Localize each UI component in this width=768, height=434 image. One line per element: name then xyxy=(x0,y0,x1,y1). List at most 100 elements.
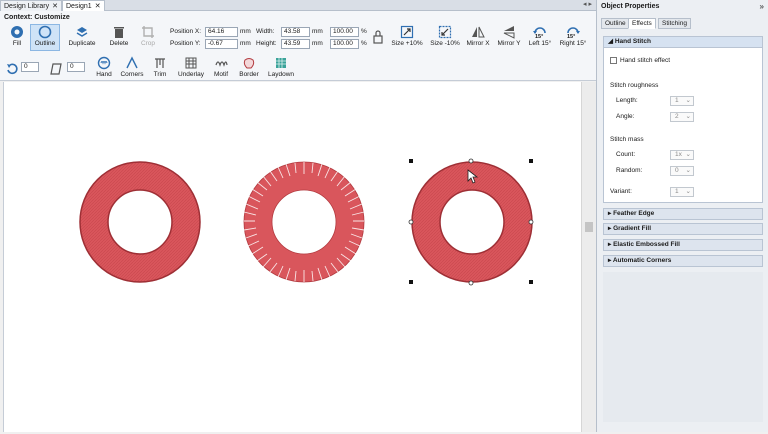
length-label: Length: xyxy=(616,97,638,104)
mirror-x-icon xyxy=(472,26,485,38)
hand-button[interactable]: Hand xyxy=(93,56,115,79)
border-button[interactable]: Border xyxy=(236,56,262,79)
tab-design-library[interactable]: Design Library ✕ xyxy=(0,0,63,11)
size-up-icon xyxy=(400,25,414,39)
crop-label: Crop xyxy=(140,40,156,47)
crop-button[interactable]: Crop xyxy=(136,25,160,48)
position-x-label: Position X: xyxy=(170,28,202,35)
percent-label: % xyxy=(361,40,367,47)
width-field[interactable]: 43.58 xyxy=(281,27,310,37)
embroidery-ring-hand-stitch[interactable] xyxy=(243,161,365,283)
length-value: 1 xyxy=(675,97,679,104)
hand-stitch-effect-label: Hand stitch effect xyxy=(620,57,671,64)
outline-button[interactable]: Outline xyxy=(30,24,60,51)
corners-label: Corners xyxy=(120,71,144,78)
scale-width-field[interactable]: 100.00 xyxy=(330,27,359,37)
section-label: Automatic Corners xyxy=(612,257,672,264)
trim-button[interactable]: Trim xyxy=(150,56,170,79)
mirror-x-label: Mirror X xyxy=(466,40,490,47)
tab-scroll-arrows[interactable]: ◂ ▸ xyxy=(583,0,592,8)
laydown-button[interactable]: Laydown xyxy=(265,56,297,79)
panel-empty-area xyxy=(603,272,763,422)
stitch-roughness-heading: Stitch roughness xyxy=(610,82,659,89)
rotate-left-badge: 15° xyxy=(535,34,544,40)
skew-icon[interactable] xyxy=(49,62,63,76)
section-label: Elastic Embossed Fill xyxy=(613,241,680,248)
corners-icon xyxy=(126,56,138,69)
angle-value: 2 xyxy=(675,113,679,120)
position-x-field[interactable]: 64.16 xyxy=(205,27,238,37)
angle-label: Angle: xyxy=(616,113,635,120)
position-y-field[interactable]: -0.67 xyxy=(205,39,238,49)
design-canvas-drawing xyxy=(79,158,534,286)
underlay-button[interactable]: Underlay xyxy=(176,56,206,79)
width-label: Width: xyxy=(256,28,275,35)
section-hand-stitch[interactable]: ◢ Hand Stitch xyxy=(603,36,763,48)
hand-stitch-effect-checkbox[interactable] xyxy=(610,57,617,64)
count-select[interactable]: 1x ⌄ xyxy=(670,150,694,160)
close-icon[interactable]: ✕ xyxy=(95,3,101,10)
embroidery-ring-filled[interactable] xyxy=(79,161,201,283)
tab-outline[interactable]: Outline xyxy=(601,18,630,29)
fill-button[interactable]: Fill xyxy=(6,25,28,48)
duplicate-label: Duplicate xyxy=(68,40,96,47)
outline-label: Outline xyxy=(34,40,56,47)
chevron-down-icon: ⌄ xyxy=(685,188,691,195)
tab-label: Design Library xyxy=(4,3,50,10)
lock-icon[interactable] xyxy=(372,29,384,45)
scale-height-field[interactable]: 100.00 xyxy=(330,39,359,49)
design-canvas[interactable] xyxy=(3,82,581,432)
tab-label: Design1 xyxy=(66,3,92,10)
length-select[interactable]: 1 ⌄ xyxy=(670,96,694,106)
laydown-icon xyxy=(276,58,286,68)
hand-label: Hand xyxy=(96,71,112,78)
delete-button[interactable]: Delete xyxy=(106,25,132,48)
motif-icon xyxy=(215,61,228,67)
mirror-y-button[interactable]: Mirror Y xyxy=(494,25,524,48)
size-up-button[interactable]: Size +10% xyxy=(389,25,425,48)
height-field[interactable]: 43.59 xyxy=(281,39,310,49)
corners-button[interactable]: Corners xyxy=(118,56,146,79)
duplicate-button[interactable]: Duplicate xyxy=(64,25,100,48)
angle-select[interactable]: 2 ⌄ xyxy=(670,112,694,122)
motif-button[interactable]: Motif xyxy=(210,56,232,79)
motif-label: Motif xyxy=(213,71,229,78)
section-gradient-fill[interactable]: ▸ Gradient Fill xyxy=(603,223,763,235)
size-down-button[interactable]: Size -10% xyxy=(427,25,463,48)
underlay-icon xyxy=(185,57,197,69)
position-y-label: Position Y: xyxy=(170,40,201,47)
close-icon[interactable]: ✕ xyxy=(52,3,58,10)
canvas-vertical-scrollbar[interactable] xyxy=(581,82,596,432)
mirror-y-label: Mirror Y xyxy=(497,40,521,47)
section-label: Gradient Fill xyxy=(613,225,651,232)
percent-label: % xyxy=(361,28,367,35)
random-select[interactable]: 0 ⌄ xyxy=(670,166,694,176)
count-label: Count: xyxy=(616,151,636,158)
mirror-x-button[interactable]: Mirror X xyxy=(463,25,493,48)
stitch-mass-heading: Stitch mass xyxy=(610,136,644,143)
border-icon xyxy=(243,58,255,69)
hand-stitch-body: Hand stitch effect Stitch roughness Leng… xyxy=(603,48,763,203)
section-elastic-embossed-fill[interactable]: ▸ Elastic Embossed Fill xyxy=(603,239,763,251)
fill-icon xyxy=(11,26,23,38)
count-value: 1x xyxy=(675,151,682,158)
trash-icon xyxy=(114,27,124,38)
rotate-angle-field[interactable]: 0 xyxy=(21,62,39,72)
tab-effects[interactable]: Effects xyxy=(628,18,656,29)
duplicate-icon xyxy=(76,27,88,37)
scrollbar-thumb[interactable] xyxy=(585,222,593,232)
panel-collapse-icon[interactable]: » xyxy=(760,2,764,11)
mirror-y-icon xyxy=(503,26,515,39)
skew-angle-field[interactable]: 0 xyxy=(67,62,85,72)
section-automatic-corners[interactable]: ▸ Automatic Corners xyxy=(603,255,763,267)
section-feather-edge[interactable]: ▸ Feather Edge xyxy=(603,208,763,220)
underlay-label: Underlay xyxy=(177,71,204,78)
rotate-icon[interactable] xyxy=(5,62,19,76)
variant-select[interactable]: 1 ⌄ xyxy=(670,187,694,197)
section-label: Feather Edge xyxy=(613,210,655,217)
context-title: Context: Customize xyxy=(4,14,70,21)
tab-design1[interactable]: Design1 ✕ xyxy=(62,0,105,11)
tab-stitching[interactable]: Stitching xyxy=(658,18,691,29)
height-label: Height: xyxy=(256,40,277,47)
border-label: Border xyxy=(239,71,259,78)
